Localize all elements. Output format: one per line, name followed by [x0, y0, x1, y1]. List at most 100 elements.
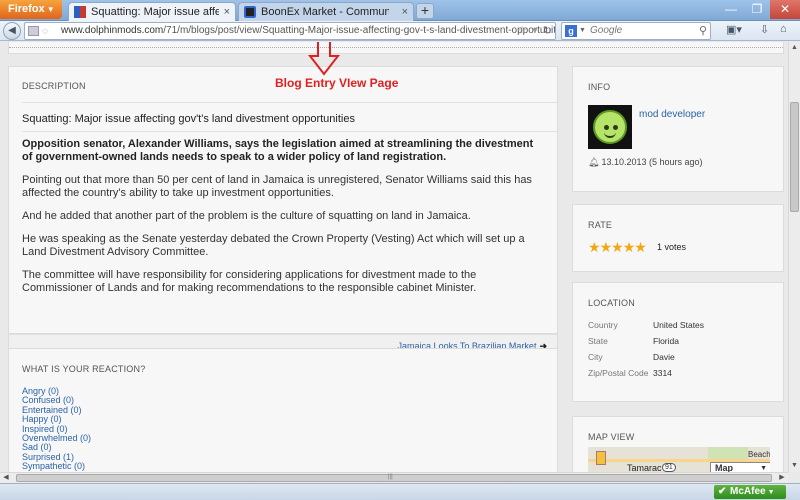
avatar-face-icon: [593, 110, 627, 144]
map-beach-label: Beach: [748, 450, 770, 459]
chevron-down-icon: ▼: [767, 489, 775, 496]
mcafee-button[interactable]: ✔ McAfee ▼: [714, 485, 786, 499]
post-lead-paragraph: Opposition senator, Alexander Williams, …: [22, 138, 534, 163]
tab-blog-post[interactable]: Squatting: Major issue affecting gov't'.…: [68, 2, 236, 21]
reaction-sympathetic-link[interactable]: Sympathetic (0): [22, 461, 91, 471]
search-icon[interactable]: ⚲: [699, 23, 707, 39]
star-icon[interactable]: ★: [588, 239, 601, 255]
scroll-up-icon[interactable]: ▲: [789, 42, 800, 54]
top-card-strip: [8, 42, 784, 54]
avatar-mouth: [604, 132, 616, 138]
new-tab-button[interactable]: +: [416, 3, 434, 19]
minimize-button[interactable]: —: [718, 0, 744, 19]
star-icon[interactable]: ★: [600, 239, 613, 255]
bookmarks-menu-icon[interactable]: ▣▾: [726, 23, 742, 36]
scroll-down-icon[interactable]: ▼: [789, 460, 800, 472]
post-body: Opposition senator, Alexander Williams, …: [22, 138, 542, 305]
tab-close-icon[interactable]: ×: [224, 3, 230, 21]
reload-icon[interactable]: ↻: [543, 23, 552, 39]
map-view-card: MAP VIEW Tamarac 91 Beach Map ▼: [572, 416, 784, 472]
post-title: Squatting: Major issue affecting gov't's…: [22, 113, 355, 125]
mcafee-label: McAfee: [730, 486, 766, 497]
info-card: INFO mod developer 🔔︎ 13.10.2013 (5 hours…: [572, 66, 784, 192]
star-icon[interactable]: ★: [634, 239, 647, 255]
map-view-heading: MAP VIEW: [588, 432, 635, 442]
rate-card: RATE ★★★★★ 1 votes: [572, 204, 784, 272]
map-type-select[interactable]: Map ▼: [710, 462, 770, 472]
location-key: Country: [588, 320, 618, 330]
google-engine-icon[interactable]: g: [565, 25, 577, 37]
star-rating[interactable]: ★★★★★: [588, 239, 647, 256]
scroll-left-icon[interactable]: ◀: [0, 473, 12, 483]
avatar-eye: [604, 125, 609, 130]
annotation-arrow-icon: [308, 42, 340, 76]
chevron-down-icon: ▼: [760, 465, 767, 472]
vertical-scrollbar[interactable]: ▲ ▼: [788, 42, 800, 472]
divider: [22, 102, 557, 103]
avatar-eye: [613, 125, 618, 130]
vote-count: 1 votes: [657, 242, 687, 252]
chevron-down-icon: ▼: [46, 5, 55, 14]
map-type-value: Map: [715, 463, 733, 472]
location-value: Davie: [653, 352, 675, 362]
location-heading: LOCATION: [588, 298, 635, 308]
map[interactable]: Tamarac 91 Beach Map ▼: [588, 447, 770, 472]
location-table: Country United States State Florida City Da…: [588, 317, 704, 381]
reaction-list: Angry (0) Confused (0) Entertained (0) H…: [22, 386, 91, 472]
tab-close-icon[interactable]: ×: [402, 3, 408, 21]
table-row: City Davie: [588, 349, 704, 365]
post-date-text: 13.10.2013 (5 hours ago): [601, 157, 703, 167]
tab-label: BoonEx Market - Community Softwar...: [261, 6, 389, 18]
download-icon[interactable]: ⇩: [760, 23, 769, 36]
pegman-icon[interactable]: [596, 451, 606, 465]
table-row: Country United States: [588, 317, 704, 333]
location-value: Florida: [653, 336, 679, 346]
avatar[interactable]: [588, 105, 632, 149]
table-row: State Florida: [588, 333, 704, 349]
status-bar: ✔ McAfee ▼: [0, 483, 800, 500]
firefox-menu-label: Firefox: [8, 3, 45, 15]
browser-tab-bar: Firefox▼ Squatting: Major issue affectin…: [0, 0, 800, 21]
horizontal-scrollbar[interactable]: ◀ ||| ▶: [0, 472, 788, 483]
scroll-right-icon[interactable]: ▶: [776, 473, 788, 483]
star-icon[interactable]: ★: [623, 239, 636, 255]
bell-icon: 🔔︎: [588, 157, 600, 167]
home-icon[interactable]: ⌂: [780, 23, 787, 35]
address-bar[interactable]: ◌ www.dolphinmods.com/71/m/blogs/post/vi…: [24, 22, 556, 40]
table-row: Zip/Postal Code 3314: [588, 365, 704, 381]
engine-dropdown-icon[interactable]: ▼: [579, 23, 586, 39]
scroll-thumb[interactable]: [790, 102, 799, 212]
location-value: United States: [653, 320, 705, 330]
author-link[interactable]: mod developer: [639, 109, 705, 120]
location-key: City: [588, 352, 603, 362]
scroll-thumb[interactable]: [16, 474, 772, 482]
location-key: Zip/Postal Code: [588, 368, 649, 378]
page-viewport: DESCRIPTION Blog Entry VIew Page Squatti…: [0, 42, 788, 472]
history-dropdown-icon[interactable]: ▼: [531, 23, 539, 39]
globe-icon: ◌: [42, 26, 48, 37]
bookmark-star-icon[interactable]: ☆: [517, 23, 527, 39]
site-favicon-icon: [74, 6, 86, 18]
post-paragraph: Pointing out that more than 50 per cent …: [22, 174, 532, 199]
reactions-card: WHAT IS YOUR REACTION? Angry (0) Confuse…: [8, 348, 558, 472]
scroll-grip-icon: |||: [388, 474, 393, 480]
close-window-button[interactable]: ✕: [770, 0, 800, 19]
star-icon[interactable]: ★: [611, 239, 624, 255]
back-button[interactable]: ◀: [3, 22, 21, 40]
page-annotation-label: Blog Entry VIew Page: [275, 76, 399, 90]
divider: [22, 131, 557, 132]
info-heading: INFO: [588, 82, 611, 92]
rate-heading: RATE: [588, 220, 613, 230]
firefox-menu-button[interactable]: Firefox ▼: [0, 0, 62, 19]
location-value: 3314: [653, 368, 672, 378]
site-identity-icon[interactable]: [28, 26, 39, 36]
description-heading: DESCRIPTION: [22, 81, 86, 91]
reactions-heading: WHAT IS YOUR REACTION?: [22, 364, 146, 374]
url-path: /71/m/blogs/post/view/Squatting-Major-is…: [163, 25, 556, 36]
tab-boonex-market[interactable]: BoonEx Market - Community Softwar... ×: [238, 2, 414, 21]
post-paragraph: And he added that another part of the pr…: [22, 210, 471, 222]
post-paragraph: He was speaking as the Senate yesterday …: [22, 233, 525, 258]
search-bar[interactable]: g ▼ Google ⚲: [561, 22, 711, 40]
url-text: www.dolphinmods.com/71/m/blogs/post/view…: [61, 23, 556, 39]
maximize-button[interactable]: ❐: [744, 0, 770, 19]
